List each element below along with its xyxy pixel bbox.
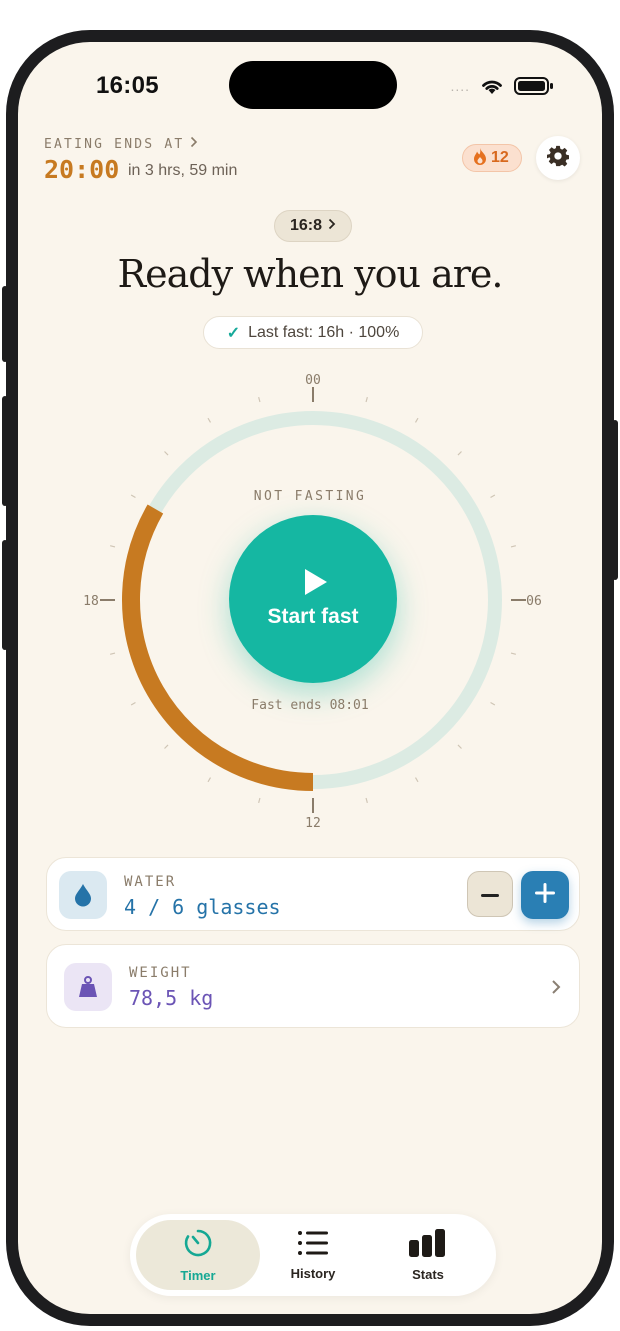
fast-ends-text: Fast ends 08:01 — [251, 698, 369, 713]
dial-tick — [207, 417, 212, 423]
fasting-status: NOT FASTING — [253, 489, 367, 504]
water-increment-button[interactable] — [521, 871, 569, 919]
dial-tick — [258, 397, 261, 403]
plus-icon — [535, 882, 555, 908]
dial-tick — [164, 451, 169, 456]
water-label: WATER — [124, 874, 177, 890]
stats-icon — [408, 1228, 448, 1261]
dial-label-bottom: 12 — [305, 816, 321, 831]
start-fast-label: Start fast — [267, 605, 359, 628]
tab-stats[interactable]: Stats — [366, 1220, 490, 1290]
water-drop-icon — [59, 871, 107, 919]
dial-tick — [414, 777, 419, 783]
water-card: WATER 4 / 6 glasses — [46, 857, 580, 931]
water-value: 4 / 6 glasses — [124, 895, 281, 919]
weight-card[interactable]: WEIGHT 78,5 kg — [46, 944, 580, 1028]
weight-value: 78,5 kg — [129, 986, 214, 1010]
dial-tick — [365, 397, 368, 403]
dial-tick — [110, 652, 116, 655]
dial-tick — [207, 777, 212, 783]
tab-bar: Timer History Stats — [130, 1214, 496, 1296]
tab-timer[interactable]: Timer — [136, 1220, 260, 1290]
dial-tick — [510, 545, 516, 548]
water-decrement-button[interactable] — [467, 871, 513, 917]
timer-icon — [182, 1227, 214, 1262]
tab-history[interactable]: History — [251, 1220, 375, 1290]
start-fast-button[interactable]: Start fast — [229, 515, 397, 683]
app-screen: 16:05 .... EATING ENDS AT 20:00 in 3 hrs… — [18, 42, 602, 1314]
dial-label-top: 00 — [305, 373, 321, 388]
weight-icon — [64, 963, 112, 1011]
dial-tick — [510, 652, 516, 655]
dial-label-right: 06 — [526, 594, 542, 609]
dial-tick — [457, 744, 462, 749]
chevron-right-icon — [551, 975, 561, 1001]
dial-tick — [258, 797, 261, 803]
play-icon — [305, 569, 327, 595]
weight-label: WEIGHT — [129, 965, 192, 981]
minus-icon — [481, 885, 499, 903]
dial-tick — [110, 545, 116, 548]
dial-tick — [457, 451, 462, 456]
dial-tick — [365, 797, 368, 803]
list-icon — [297, 1229, 329, 1260]
dial-tick — [164, 744, 169, 749]
dial-label-left: 18 — [83, 594, 99, 609]
dial-tick — [414, 417, 419, 423]
fasting-dial: 00 06 12 18 — [83, 373, 542, 831]
